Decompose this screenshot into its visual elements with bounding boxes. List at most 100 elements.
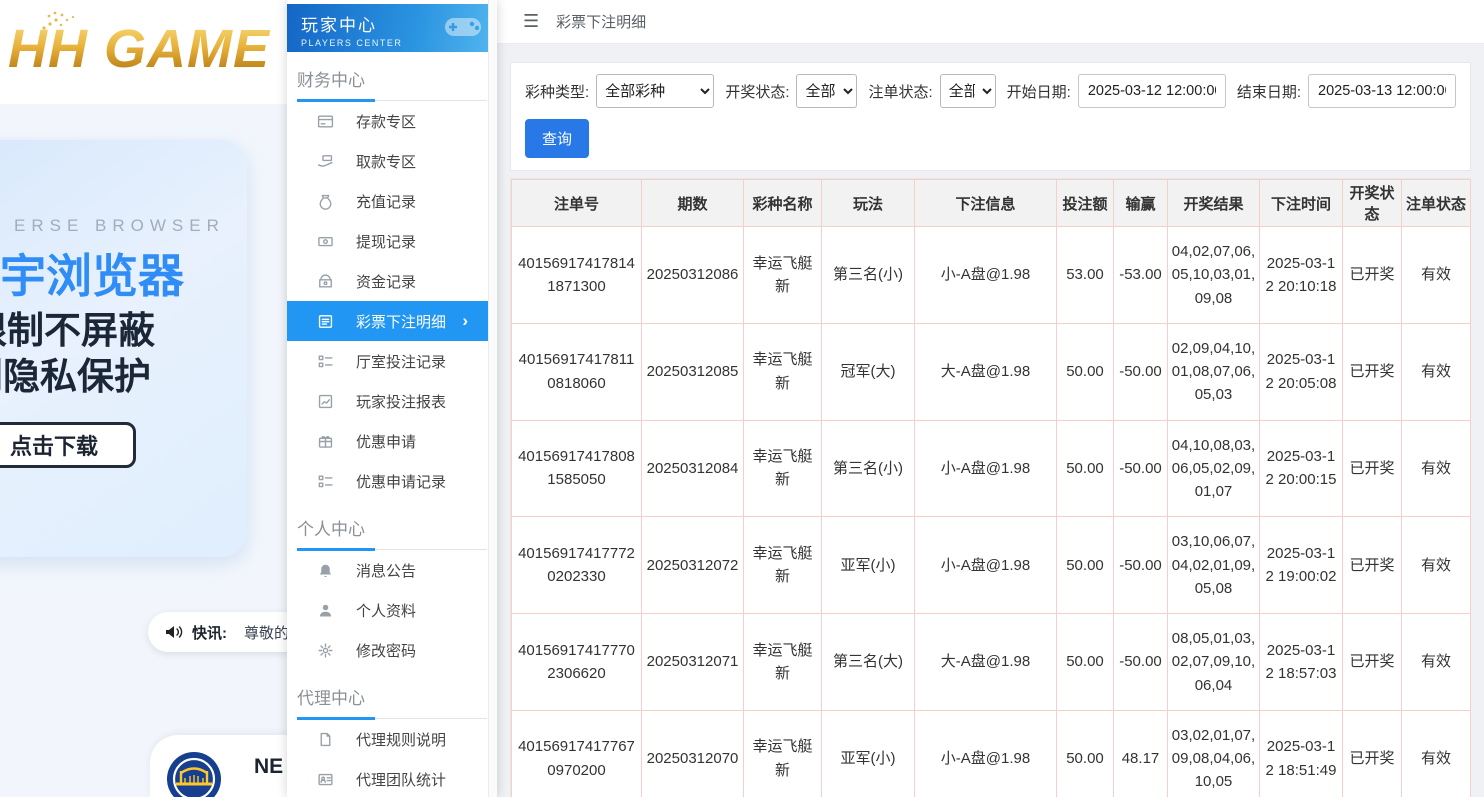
sidebar-item-user[interactable]: 个人资料: [287, 590, 497, 630]
cell-period: 20250312072: [642, 517, 744, 614]
sidebar-item-hall-bet-record[interactable]: 厅室投注记录: [287, 341, 497, 381]
withdraw-icon: [317, 153, 334, 170]
sidebar-item-label: 资金记录: [356, 271, 416, 292]
sidebar-item-label: 消息公告: [356, 560, 416, 581]
sidebar-item-promo-record[interactable]: 优惠申请记录: [287, 461, 497, 501]
cell-lottery: 幸运飞艇新: [744, 323, 822, 420]
lottery-type-label: 彩种类型:: [525, 81, 589, 102]
sidebar-item-label: 取款专区: [356, 151, 416, 172]
cell-result: 02,09,04,10,01,08,07,06,05,03: [1168, 323, 1260, 420]
lottery-type-select[interactable]: 全部彩种: [596, 74, 714, 108]
cell-result: 03,10,06,07,04,02,01,09,05,08: [1168, 517, 1260, 614]
sidebar-item-label: 个人资料: [356, 600, 416, 621]
column-header: 开奖结果: [1168, 180, 1260, 227]
sidebar-item-funds-record[interactable]: 资金记录: [287, 261, 497, 301]
sidebar-item-promo-apply[interactable]: 优惠申请: [287, 421, 497, 461]
cell-play: 冠军(大): [822, 323, 915, 420]
table-row: 40156917417770230662020250312071幸运飞艇新第三名…: [512, 614, 1471, 711]
cell-order_status: 有效: [1402, 420, 1471, 517]
sidebar-item-document[interactable]: 代理规则说明: [287, 719, 497, 759]
menu-toggle-icon[interactable]: ☰: [523, 11, 539, 32]
sidebar-item-deposit[interactable]: 存款专区: [287, 101, 497, 141]
column-header: 注单状态: [1402, 180, 1471, 227]
cell-draw_status: 已开奖: [1343, 227, 1402, 324]
cell-amount: 53.00: [1057, 227, 1114, 324]
sidebar-item-label: 提现记录: [356, 231, 416, 252]
cell-order_status: 有效: [1402, 614, 1471, 711]
cell-draw_status: 已开奖: [1343, 517, 1402, 614]
cell-play: 第三名(小): [822, 227, 915, 324]
cell-lottery: 幸运飞艇新: [744, 614, 822, 711]
team-logo-icon: [166, 751, 222, 797]
banner-tagline-2: 别隐私保护: [0, 346, 151, 400]
speaker-icon: [165, 624, 183, 640]
cell-winloss: -50.00: [1114, 517, 1168, 614]
sidebar-item-player-bet-report[interactable]: 玩家投注报表: [287, 381, 497, 421]
cell-time: 2025-03-12 20:05:08: [1260, 323, 1343, 420]
cell-order_no: 401569174178110818060: [512, 323, 642, 420]
cell-draw_status: 已开奖: [1343, 614, 1402, 711]
sidebar-scrollbar[interactable]: [488, 0, 497, 797]
sidebar-item-label: 彩票下注明细: [356, 311, 446, 332]
cell-amount: 50.00: [1057, 614, 1114, 711]
main-topbar: ☰ 彩票下注明细: [497, 0, 1484, 44]
bet-records-panel: 注单号期数彩种名称玩法下注信息投注额输赢开奖结果下注时间开奖状态注单状态4015…: [510, 178, 1471, 797]
sidebar-item-label: 厅室投注记录: [356, 351, 446, 372]
cell-bet_info: 大-A盘@1.98: [915, 323, 1057, 420]
order-status-select[interactable]: 全部: [940, 74, 996, 108]
sidebar-item-label: 优惠申请记录: [356, 471, 446, 492]
sidebar-item-label: 充值记录: [356, 191, 416, 212]
gear-icon: [317, 642, 334, 659]
deposit-icon: [317, 113, 334, 130]
sidebar-item-lottery-bet-detail[interactable]: 彩票下注明细 ›: [287, 301, 488, 341]
sidebar-item-recharge-record[interactable]: 充值记录: [287, 181, 497, 221]
table-row: 40156917417808158505020250312084幸运飞艇新第三名…: [512, 420, 1471, 517]
end-date-input[interactable]: [1308, 74, 1456, 108]
lottery-bet-detail-icon: [317, 313, 334, 330]
cell-draw_status: 已开奖: [1343, 323, 1402, 420]
cell-lottery: 幸运飞艇新: [744, 420, 822, 517]
gamepad-icon: [441, 10, 485, 44]
players-center-sidebar: 玩家中心 PLAYERS CENTER 财务中心存款专区取款专区充值记录提现记录…: [287, 0, 497, 797]
search-button[interactable]: 查询: [525, 119, 589, 158]
cell-draw_status: 已开奖: [1343, 420, 1402, 517]
sidebar-item-label: 代理团队统计: [356, 769, 446, 790]
cell-result: 04,02,07,06,05,10,03,01,09,08: [1168, 227, 1260, 324]
column-header: 输赢: [1114, 180, 1168, 227]
sidebar-item-team-stats[interactable]: 代理团队统计: [287, 759, 497, 797]
cell-winloss: -50.00: [1114, 614, 1168, 711]
column-header: 下注时间: [1260, 180, 1343, 227]
sidebar-item-bell[interactable]: 消息公告: [287, 550, 497, 590]
start-date-input[interactable]: [1078, 74, 1226, 108]
table-row: 40156917417772020233020250312072幸运飞艇新亚军(…: [512, 517, 1471, 614]
cell-bet_info: 大-A盘@1.98: [915, 614, 1057, 711]
sidebar-item-gear[interactable]: 修改密码: [287, 630, 497, 670]
sidebar-item-label: 存款专区: [356, 111, 416, 132]
column-header: 期数: [642, 180, 744, 227]
column-header: 投注额: [1057, 180, 1114, 227]
sidebar-item-withdrawal-record[interactable]: 提现记录: [287, 221, 497, 261]
cell-time: 2025-03-12 19:00:02: [1260, 517, 1343, 614]
promo-record-icon: [317, 473, 334, 490]
download-button[interactable]: 点击下载: [0, 422, 136, 468]
cell-time: 2025-03-12 18:57:03: [1260, 614, 1343, 711]
cell-amount: 50.00: [1057, 710, 1114, 797]
user-icon: [317, 602, 334, 619]
cell-bet_info: 小-A盘@1.98: [915, 710, 1057, 797]
cell-period: 20250312071: [642, 614, 744, 711]
cell-lottery: 幸运飞艇新: [744, 710, 822, 797]
banner-title: 宇浏览器: [0, 240, 184, 306]
cell-play: 第三名(小): [822, 420, 915, 517]
draw-status-select[interactable]: 全部: [796, 74, 857, 108]
sidebar-item-label: 优惠申请: [356, 431, 416, 452]
chevron-right-icon: ›: [462, 311, 468, 331]
cell-winloss: -50.00: [1114, 323, 1168, 420]
sidebar-item-withdraw[interactable]: 取款专区: [287, 141, 497, 181]
filter-panel: 彩种类型: 全部彩种 开奖状态: 全部 注单状态: 全部 开始日期: 结束日期:…: [510, 62, 1471, 171]
sidebar-item-label: 代理规则说明: [356, 729, 446, 750]
cell-order_no: 401569174178081585050: [512, 420, 642, 517]
table-row: 40156917417767097020020250312070幸运飞艇新亚军(…: [512, 710, 1471, 797]
cell-period: 20250312070: [642, 710, 744, 797]
cell-order_status: 有效: [1402, 227, 1471, 324]
cell-result: 03,02,01,07,09,08,04,06,10,05: [1168, 710, 1260, 797]
